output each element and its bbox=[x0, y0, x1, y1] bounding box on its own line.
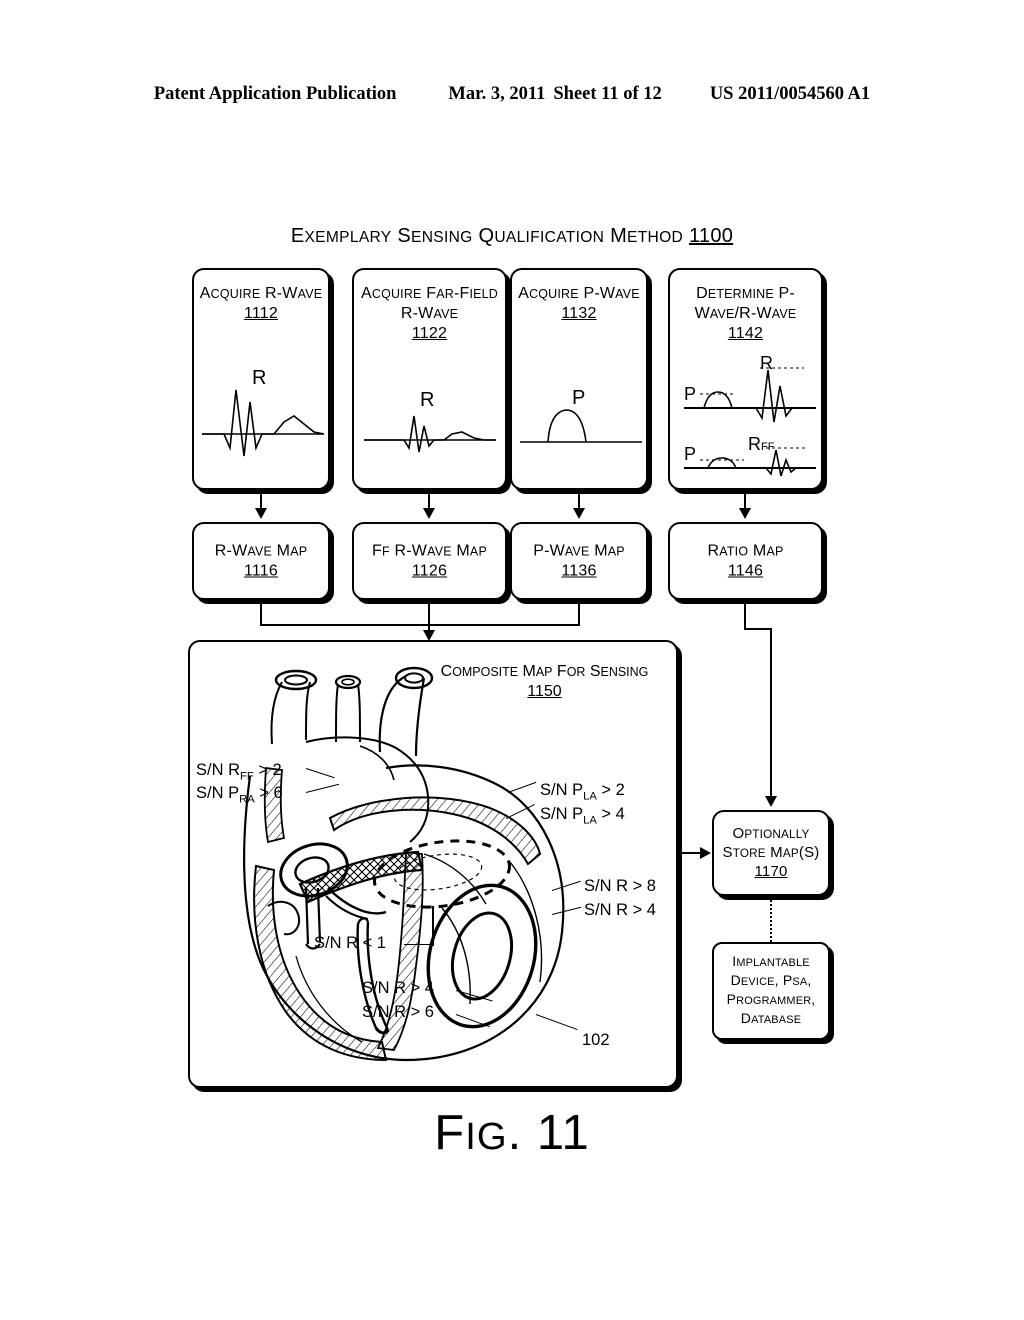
header-patent-number: US 2011/0054560 A1 bbox=[709, 84, 871, 104]
wave-label-p-upper: P bbox=[684, 384, 696, 404]
header-date: Mar. 3, 2011 bbox=[448, 84, 546, 104]
connector-composite-1170 bbox=[678, 852, 702, 854]
waveform-qrs-with-t: R bbox=[202, 367, 325, 457]
box-title: IMPLANTABLE DEVICE, PSA, PROGRAMMER, DAT… bbox=[726, 953, 816, 1026]
annotation-sn-r-gt-8: S/N R > 8 bbox=[584, 877, 656, 895]
bus-horizontal bbox=[260, 624, 580, 626]
leader-sn-r-lt-1 bbox=[404, 944, 434, 945]
annotation-sn-r-gt-4-bottom: S/N R > 4 bbox=[362, 979, 434, 997]
box-title: ACQUIRE FAR-FIELD R-WAVE 1122 bbox=[361, 285, 498, 342]
wave-label-r: R bbox=[252, 367, 266, 389]
wave-label-p: P bbox=[572, 387, 585, 409]
page-header: Patent Application Publication Mar. 3, 2… bbox=[0, 84, 1024, 110]
box-title: ACQUIRE P-WAVE 1132 bbox=[518, 285, 640, 322]
figure-caption: FIG. 11 bbox=[434, 1106, 590, 1160]
box-title: P-WAVE MAP 1136 bbox=[533, 542, 625, 580]
figure-title-text: EXEMPLARY SENSING QUALIFICATION METHOD bbox=[290, 225, 684, 247]
bus-stub-1116 bbox=[260, 602, 262, 626]
wave-label-p-lower: P bbox=[684, 444, 696, 464]
annotation-sn-pla-gt-4: S/N PLA > 4 bbox=[540, 805, 625, 827]
ratio-branch-right bbox=[744, 628, 772, 630]
reference-numeral-102: 102 bbox=[582, 1031, 610, 1049]
wave-label-r-upper: R bbox=[760, 353, 773, 373]
waveform-p-bump: P bbox=[520, 387, 642, 443]
arrowhead-1126 bbox=[423, 508, 435, 519]
box-implantable-device-database[interactable]: IMPLANTABLE DEVICE, PSA, PROGRAMMER, DAT… bbox=[712, 942, 830, 1040]
annotation-sn-pra-gt-6: S/N PRA > 6 bbox=[196, 784, 283, 806]
arrowhead-1146 bbox=[739, 508, 751, 519]
box-p-wave-map[interactable]: P-WAVE MAP 1136 bbox=[510, 522, 648, 600]
wave-label-r: R bbox=[420, 389, 434, 411]
annotation-sn-r-lt-1: S/N R < 1 bbox=[314, 934, 386, 952]
header-publication: Patent Application Publication bbox=[153, 84, 397, 104]
box-acquire-p-wave[interactable]: ACQUIRE P-WAVE 1132 P bbox=[510, 268, 648, 490]
bus-stub-1136 bbox=[578, 602, 580, 626]
wave-label-rff-lower: RFF bbox=[748, 434, 775, 454]
waveform-ratio-pair: P R P RFF bbox=[684, 353, 816, 477]
figure-title: EXEMPLARY SENSING QUALIFICATION METHOD 1… bbox=[0, 225, 1024, 248]
box-acquire-far-field-r-wave[interactable]: ACQUIRE FAR-FIELD R-WAVE 1122 R bbox=[352, 268, 507, 490]
arrowhead-1170-top bbox=[765, 796, 777, 807]
connector-1170-database bbox=[770, 896, 772, 942]
box-title: DETERMINE P-WAVE/R-WAVE 1142 bbox=[694, 285, 797, 342]
waveform-small-qrs: R bbox=[364, 389, 496, 453]
ratio-branch-down bbox=[744, 602, 746, 630]
leader-sn-r-lt-1-riser bbox=[432, 906, 434, 946]
ratio-branch-to-1170 bbox=[770, 628, 772, 798]
box-r-wave-map[interactable]: R-WAVE MAP 1116 bbox=[192, 522, 330, 600]
box-acquire-r-wave[interactable]: ACQUIRE R-WAVE 1112 R bbox=[192, 268, 330, 490]
annotation-sn-r-gt-4-right: S/N R > 4 bbox=[584, 901, 656, 919]
arrowhead-1136 bbox=[573, 508, 585, 519]
box-title: RATIO MAP 1146 bbox=[707, 542, 784, 580]
header-sheet: Sheet 11 of 12 bbox=[553, 84, 662, 104]
arrowhead-1170-left bbox=[700, 847, 711, 859]
box-title: R-WAVE MAP 1116 bbox=[214, 542, 308, 580]
box-ff-r-wave-map[interactable]: FF R-WAVE MAP 1126 bbox=[352, 522, 507, 600]
box-ratio-map[interactable]: RATIO MAP 1146 bbox=[668, 522, 823, 600]
annotation-sn-r-gt-6: S/N R > 6 bbox=[362, 1003, 434, 1021]
box-optionally-store-maps[interactable]: OPTIONALLY STORE MAP(S) 1170 bbox=[712, 810, 830, 896]
box-title: FF R-WAVE MAP 1126 bbox=[372, 542, 487, 580]
box-title: ACQUIRE R-WAVE 1112 bbox=[199, 285, 323, 322]
bus-stub-1126 bbox=[428, 602, 430, 626]
box-determine-p-wave-r-wave[interactable]: DETERMINE P-WAVE/R-WAVE 1142 P R P RFF bbox=[668, 268, 823, 490]
box-title: OPTIONALLY STORE MAP(S) 1170 bbox=[722, 825, 820, 880]
figure-title-number: 1100 bbox=[688, 225, 734, 247]
arrowhead-1116 bbox=[255, 508, 267, 519]
